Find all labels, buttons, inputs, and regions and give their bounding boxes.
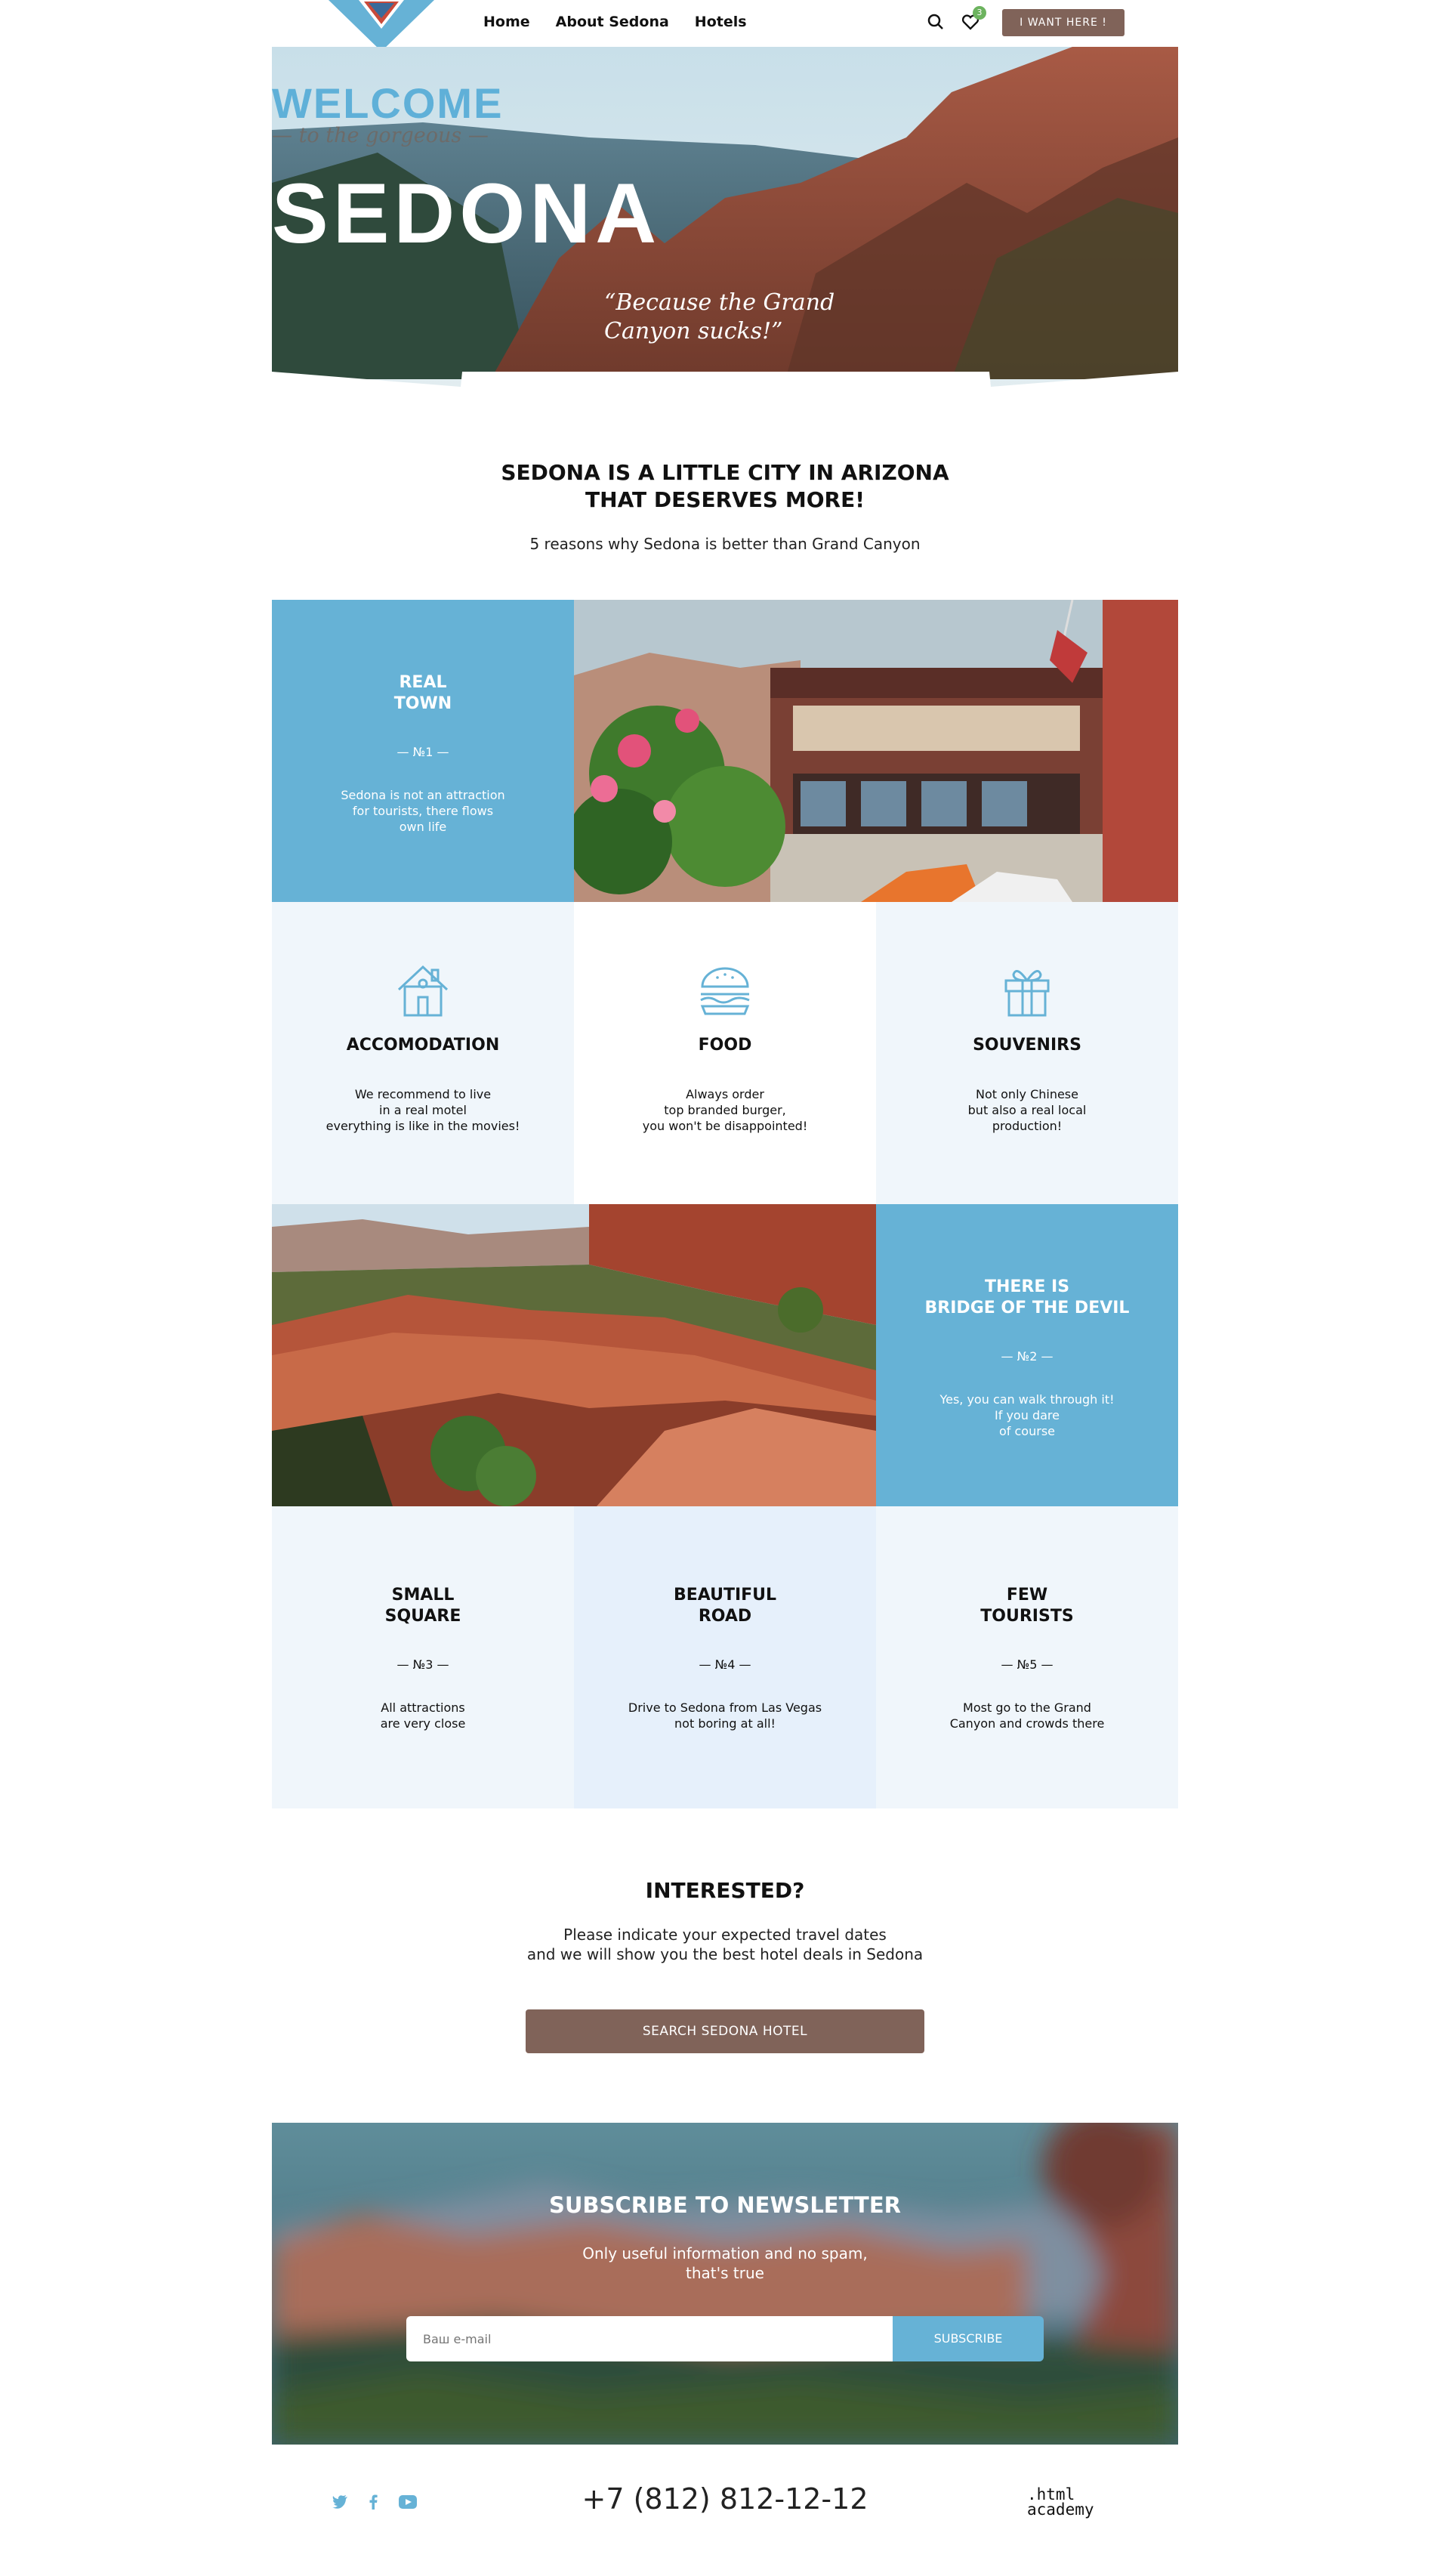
- house-icon: [397, 965, 449, 1017]
- reason-text-line1: Yes, you can walk through it!: [939, 1392, 1115, 1407]
- intro-title-line2: THAT DESERVES MORE!: [585, 487, 865, 512]
- site-logo[interactable]: [325, 0, 438, 53]
- reason-title-line2: ROAD: [698, 1607, 752, 1626]
- reason-title-line2: BRIDGE OF THE DEVIL: [924, 1299, 1130, 1317]
- reason-number: — №5 —: [1001, 1657, 1054, 1672]
- favorites-button[interactable]: 3: [961, 6, 986, 32]
- intro-title: SEDONA IS A LITTLE CITY IN ARIZONA THAT …: [272, 459, 1178, 514]
- feature-text-line1: Not only Chinese: [976, 1087, 1078, 1101]
- hero-title: SEDONA: [272, 166, 662, 261]
- intro-title-line1: SEDONA IS A LITTLE CITY IN ARIZONA: [501, 460, 949, 485]
- hero-banner: WELCOME — to the gorgeous — SEDONA “Beca…: [272, 47, 1178, 417]
- bridge-photo: [272, 1204, 876, 1506]
- newsletter-text: Only useful information and no spam, tha…: [272, 2244, 1178, 2283]
- reason-title-line1: SMALL: [391, 1586, 455, 1605]
- reason-text-line2: Canyon and crowds there: [949, 1716, 1105, 1731]
- reason-text-line3: of course: [999, 1424, 1055, 1438]
- newsletter-text-line2: that's true: [686, 2264, 764, 2282]
- reason-title-line2: TOURISTS: [980, 1607, 1074, 1626]
- reason-text-line1: All attractions: [381, 1700, 465, 1715]
- town-street-image: [574, 600, 1178, 902]
- feature-text-line1: We recommend to live: [354, 1087, 492, 1101]
- reason-number: — №2 —: [1001, 1349, 1054, 1364]
- interested-text-line2: and we will show you the best hotel deal…: [526, 1945, 924, 1963]
- reason-title-line1: BEAUTIFUL: [673, 1586, 777, 1605]
- nav-about-sedona[interactable]: About Sedona: [556, 14, 669, 30]
- reason-bridge: THERE IS BRIDGE OF THE DEVIL — №2 — Yes,…: [876, 1204, 1178, 1506]
- hero-quote: “Because the Grand Canyon sucks!”: [604, 289, 835, 344]
- want-here-button[interactable]: I WANT HERE !: [1002, 9, 1125, 36]
- town-photo: [574, 600, 1178, 902]
- main-nav: Home About Sedona Hotels: [483, 14, 747, 30]
- header-icons: 3: [926, 6, 986, 32]
- gift-icon: [1004, 970, 1050, 1017]
- burger-icon: [700, 967, 750, 1015]
- favorites-count-badge: 3: [973, 6, 986, 20]
- reason-title-line2: SQUARE: [384, 1607, 461, 1626]
- newsletter-title: SUBSCRIBE TO NEWSLETTER: [549, 2192, 901, 2218]
- search-icon: [927, 14, 943, 29]
- reason-text-line3: own life: [399, 820, 447, 834]
- reason-text-line1: Sedona is not an attraction: [341, 788, 505, 802]
- reason-title-line1: THERE IS: [984, 1277, 1070, 1296]
- html-academy-logo[interactable]: .html academy: [1027, 2485, 1133, 2519]
- nav-hotels[interactable]: Hotels: [695, 14, 747, 30]
- hero-welcome: WELCOME: [272, 79, 504, 127]
- newsletter-section: SUBSCRIBE TO NEWSLETTER Only useful info…: [272, 2123, 1178, 2445]
- reason-small-square: SMALL SQUARE — №3 — All attractions are …: [272, 1506, 574, 1808]
- reason-beautiful-road: BEAUTIFUL ROAD — №4 — Drive to Sedona fr…: [574, 1506, 876, 1808]
- feature-accommodation: ACCOMODATION We recommend to live in a r…: [272, 902, 574, 1204]
- search-button[interactable]: [926, 12, 946, 32]
- interested-text: Please indicate your expected travel dat…: [272, 1925, 1178, 1964]
- search-hotel-button[interactable]: SEARCH SEDONA HOTEL: [526, 2009, 924, 2053]
- subscribe-button[interactable]: SUBSCRIBE: [893, 2316, 1044, 2361]
- feature-title: ACCOMODATION: [346, 1036, 500, 1055]
- page: Home About Sedona Hotels 3 I WANT HERE !: [272, 0, 1178, 2576]
- reason-number: — №4 —: [699, 1657, 751, 1672]
- reason-text-line2: If you dare: [995, 1408, 1060, 1422]
- devil-bridge-image: [272, 1204, 876, 1506]
- reason-real-town: REAL TOWN — №1 — Sedona is not an attrac…: [272, 600, 574, 902]
- feature-text-line2: but also a real local: [967, 1103, 1087, 1117]
- feature-title: FOOD: [698, 1036, 752, 1055]
- reason-text-line2: for tourists, there flows: [352, 804, 494, 818]
- interested-title: INTERESTED?: [645, 1878, 805, 1903]
- site-footer: +7 (812) 812-12-12 .html academy: [272, 2445, 1178, 2576]
- feature-text-line3: everything is like in the movies!: [325, 1119, 520, 1133]
- reason-few-tourists: FEW TOURISTS — №5 — Most go to the Grand…: [876, 1506, 1178, 1808]
- feature-souvenirs: SOUVENIRS Not only Chinese but also a re…: [876, 902, 1178, 1204]
- reason-number: — №3 —: [396, 1657, 449, 1672]
- feature-text-line2: top branded burger,: [664, 1103, 786, 1117]
- reason-title-line2: TOWN: [393, 694, 452, 713]
- reason-number: — №1 —: [396, 745, 449, 759]
- reason-text-line2: not boring at all!: [674, 1716, 776, 1731]
- intro-subtitle: 5 reasons why Sedona is better than Gran…: [529, 535, 921, 553]
- newsletter-background-image: [272, 2123, 1178, 2445]
- email-input[interactable]: [406, 2316, 894, 2361]
- feature-title: SOUVENIRS: [973, 1036, 1081, 1055]
- academy-logo-line2: academy: [1027, 2500, 1094, 2519]
- reason-text-line2: are very close: [380, 1716, 466, 1731]
- site-header: Home About Sedona Hotels 3 I WANT HERE !: [272, 0, 1178, 51]
- newsletter-text-line1: Only useful information and no spam,: [582, 2244, 868, 2262]
- nav-home[interactable]: Home: [483, 14, 530, 30]
- hero-subtitle: — to the gorgeous —: [272, 124, 489, 147]
- feature-food: FOOD Always order top branded burger, yo…: [574, 902, 876, 1204]
- reason-text-line1: Most go to the Grand: [963, 1700, 1091, 1715]
- interested-text-line1: Please indicate your expected travel dat…: [563, 1926, 887, 1944]
- feature-text-line3: you won't be disappointed!: [642, 1119, 808, 1133]
- feature-text-line1: Always order: [686, 1087, 764, 1101]
- reason-title-line1: REAL: [399, 673, 447, 692]
- feature-text-line2: in a real motel: [379, 1103, 467, 1117]
- reason-title-line1: FEW: [1006, 1586, 1048, 1605]
- logo-badge-icon: [329, 0, 434, 51]
- feature-text-line3: production!: [992, 1119, 1063, 1133]
- academy-logo-line1: .html: [1027, 2485, 1075, 2503]
- reason-text-line1: Drive to Sedona from Las Vegas: [628, 1700, 822, 1715]
